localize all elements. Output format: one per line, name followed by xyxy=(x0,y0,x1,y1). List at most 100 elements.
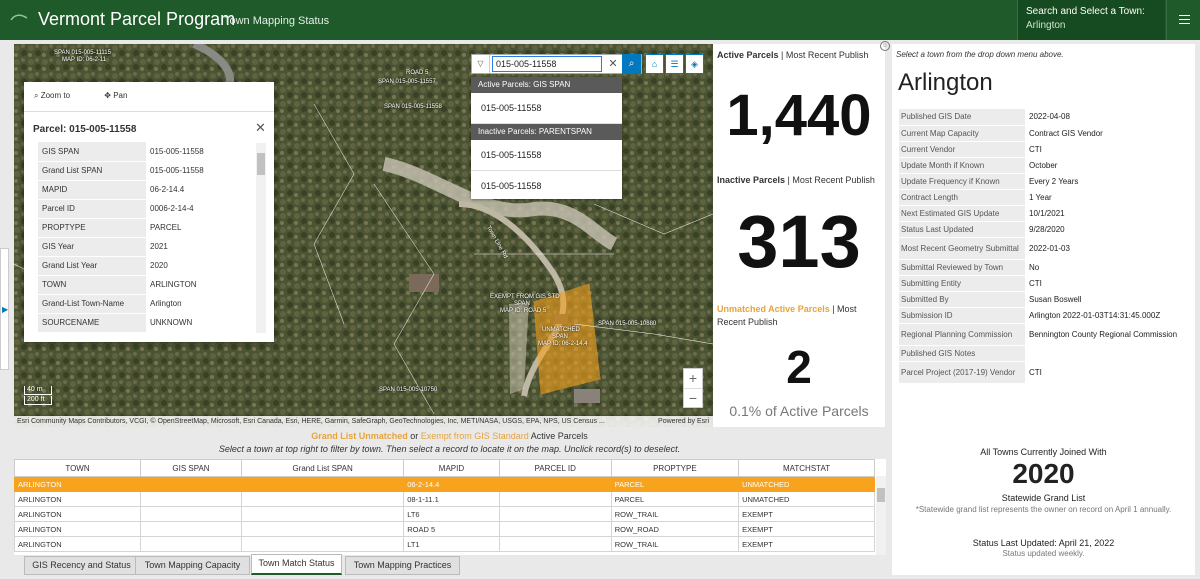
suggest-item[interactable]: 015-005-11558 xyxy=(471,93,622,124)
popup-title: Parcel: 015-005-11558 xyxy=(33,124,137,135)
map-parcel-label: MAP ID: 06-2-14.4 xyxy=(538,341,588,347)
inactive-parcels-value: 313 xyxy=(737,200,861,283)
field-value: UNKNOWN xyxy=(146,313,274,333)
column-header[interactable]: Grand List SPAN xyxy=(240,459,405,477)
table-cell: 06-2-14.4 xyxy=(403,476,500,492)
table-row[interactable]: ARLINGTON ROAD 5 ROW_ROAD EXEMPT xyxy=(14,521,875,537)
popup-field-row: Grand-List Town-Name Arlington xyxy=(38,294,274,314)
table-cell xyxy=(240,491,405,507)
menu-button[interactable] xyxy=(1166,0,1200,40)
table-cell: ARLINGTON xyxy=(14,476,141,492)
map-parcel-label: SPAN 015-005-11557 xyxy=(378,79,436,85)
tab-gis-recency[interactable]: GIS Recency and Status xyxy=(24,556,139,575)
map-attribution: Esri Community Maps Contributors, VCGI, … xyxy=(14,416,713,427)
table-cell: ARLINGTON xyxy=(14,521,141,537)
feedback-icon[interactable]: ☺ xyxy=(880,41,890,51)
home-icon[interactable]: ⌂ xyxy=(645,54,664,74)
expand-panel-button[interactable]: ▶ xyxy=(0,248,9,370)
table-scrollbar[interactable] xyxy=(876,476,886,555)
detail-value: CTI xyxy=(1025,361,1189,384)
table-cell: PARCEL xyxy=(610,476,740,492)
tab-mapping-practices[interactable]: Town Mapping Practices xyxy=(345,556,460,575)
legend-icon[interactable]: ☰ xyxy=(665,54,684,74)
search-button[interactable]: ⌕ xyxy=(622,54,641,74)
search-source-dropdown[interactable]: ▽ xyxy=(472,55,490,73)
table-cell: 08-1-11.1 xyxy=(403,491,500,507)
field-value: 2021 xyxy=(146,237,274,257)
town-detail-row: Published GIS Date 2022-04-08 xyxy=(899,109,1189,126)
popup-field-row: Parcel ID 0006-2-14-4 xyxy=(38,199,274,219)
map-parcel-label: SPAN 015-005-11558 xyxy=(384,104,442,110)
map-parcel-label: MAP ID: ROAD 5 xyxy=(500,308,547,314)
suggest-item[interactable]: 015-005-11558 xyxy=(471,140,622,171)
table-cell xyxy=(498,521,612,537)
zoom-to-button[interactable]: ⌕ Zoom to xyxy=(34,91,86,100)
suggest-item[interactable]: 015-005-11558 xyxy=(471,171,622,202)
table-row[interactable]: ARLINGTON 08-1-11.1 PARCEL UNMATCHED xyxy=(14,491,875,507)
detail-label: Status Last Updated xyxy=(899,221,1025,238)
parcel-popup: ⌕ Zoom to ✥ Pan Parcel: 015-005-11558 ✕ … xyxy=(24,82,274,342)
close-icon[interactable]: ✕ xyxy=(255,120,266,136)
table-cell: ROW_ROAD xyxy=(610,521,740,537)
column-header[interactable]: TOWN xyxy=(14,459,141,477)
zoom-out-button[interactable]: − xyxy=(684,388,702,407)
column-header[interactable]: PROPTYPE xyxy=(610,459,740,477)
tab-match-status[interactable]: Town Match Status xyxy=(251,554,342,575)
powered-by-esri[interactable]: Powered by Esri xyxy=(658,416,709,427)
clear-search-icon[interactable]: ✕ xyxy=(604,55,622,73)
pan-button[interactable]: ✥ Pan xyxy=(104,91,143,100)
field-value: ARLINGTON xyxy=(146,275,274,295)
search-suggestions: Active Parcels: GIS SPAN 015-005-11558 I… xyxy=(471,77,622,199)
table-row[interactable]: ARLINGTON LT6 ROW_TRAIL EXEMPT xyxy=(14,506,875,522)
active-parcels-value: 1,440 xyxy=(726,83,872,148)
detail-label: Update Month if Known xyxy=(899,157,1025,174)
table-row[interactable]: ARLINGTON LT1 ROW_TRAIL EXEMPT xyxy=(14,536,875,552)
table-cell xyxy=(139,476,243,492)
town-select[interactable]: Search and Select a Town: Arlington xyxy=(1017,0,1165,40)
town-detail-row: Update Month if Known October xyxy=(899,157,1189,174)
field-name: PROPTYPE xyxy=(38,218,146,238)
app-header: Vermont Parcel Program Town Mapping Stat… xyxy=(0,0,1200,40)
popup-field-row: Grand List SPAN 015-005-11558 xyxy=(38,161,274,181)
status-frequency: Status updated weekly. xyxy=(1002,549,1085,558)
layers-icon[interactable]: ◈ xyxy=(685,54,704,74)
town-detail-row: Next Estimated GIS Update 10/1/2021 xyxy=(899,205,1189,222)
field-name: Grand-List Town-Name xyxy=(38,294,146,314)
detail-value: 10/1/2021 xyxy=(1025,205,1189,222)
town-detail-row: Contract Length 1 Year xyxy=(899,189,1189,206)
column-header[interactable]: PARCEL ID xyxy=(498,459,612,477)
field-value: PARCEL xyxy=(146,218,274,238)
town-select-value[interactable]: Arlington xyxy=(1026,20,1157,31)
stats-panel: Active Parcels | Most Recent Publish 1,4… xyxy=(713,44,885,427)
detail-label: Regional Planning Commission xyxy=(899,323,1025,346)
field-name: SOURCENAME xyxy=(38,313,146,333)
popup-scrollbar[interactable] xyxy=(256,143,266,333)
zoom-control: + − xyxy=(683,368,703,408)
table-instructions: Select a town at top right to filter by … xyxy=(218,444,681,454)
column-header[interactable]: MAPID xyxy=(403,459,500,477)
detail-label: Submittal Reviewed by Town xyxy=(899,259,1025,276)
table-cell: ARLINGTON xyxy=(14,536,141,552)
field-name: GIS SPAN xyxy=(38,142,146,162)
detail-value: Contract GIS Vendor xyxy=(1025,125,1189,142)
detail-label: Submitting Entity xyxy=(899,275,1025,292)
active-parcels-label: Active Parcels | Most Recent Publish xyxy=(717,50,869,60)
table-row[interactable]: ARLINGTON 06-2-14.4 PARCEL UNMATCHED xyxy=(14,476,875,492)
map-parcel-label: SPAN 015-005-10750 xyxy=(379,387,438,393)
column-header[interactable]: GIS SPAN xyxy=(139,459,243,477)
detail-value: Susan Boswell xyxy=(1025,291,1189,308)
search-input[interactable] xyxy=(492,56,602,72)
search-icon: ⌕ xyxy=(628,58,635,69)
zoom-in-button[interactable]: + xyxy=(684,369,702,388)
table-cell: ROAD 5 xyxy=(403,521,500,537)
field-name: Grand List Year xyxy=(38,256,146,276)
tab-mapping-capacity[interactable]: Town Mapping Capacity xyxy=(135,556,250,575)
app-title: Vermont Parcel Program xyxy=(38,9,236,29)
detail-value: October xyxy=(1025,157,1189,174)
detail-label: Next Estimated GIS Update xyxy=(899,205,1025,222)
detail-value: 9/28/2020 xyxy=(1025,221,1189,238)
column-header[interactable]: MATCHSTAT xyxy=(738,459,875,477)
parcel-table: TOWN GIS SPAN Grand List SPAN MAPID PARCEL I… xyxy=(14,459,886,555)
table-cell xyxy=(240,536,405,552)
detail-label: Current Vendor xyxy=(899,141,1025,158)
